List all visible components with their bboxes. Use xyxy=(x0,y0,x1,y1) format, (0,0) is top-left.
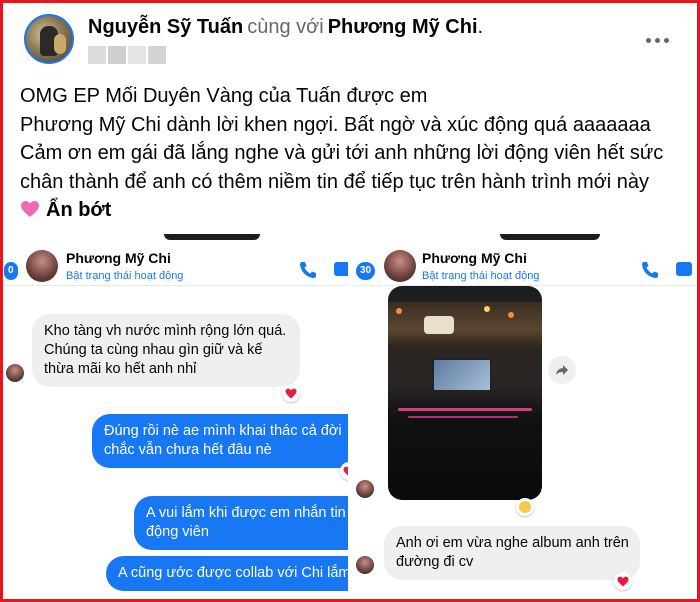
phone-icon[interactable] xyxy=(640,260,660,280)
message-line: thừa mãi ko hết anh nhỉ xyxy=(44,361,197,377)
post-author-line: Nguyễn Sỹ Tuấn cùng với Phương Mỹ Chi. xyxy=(88,16,483,39)
contact-status: Bật trạng thái hoạt động xyxy=(66,270,184,282)
message-line: Chúng ta cùng nhau gìn giữ và kế xyxy=(44,342,263,358)
post-body: OMG EP Mối Duyên Vàng của Tuấn được em P… xyxy=(20,82,690,225)
see-less-link[interactable]: Ẩn bớt xyxy=(46,199,111,221)
message-line: A cũng ước được collab với Chi lắm xyxy=(118,565,348,581)
tagged-user-link[interactable]: Phương Mỹ Chi xyxy=(328,16,478,38)
message-line: chắc vẫn chưa hết đâu nè xyxy=(104,442,272,458)
video-call-icon[interactable] xyxy=(676,262,692,276)
phone-icon[interactable] xyxy=(298,260,318,280)
heart-reaction-icon[interactable] xyxy=(614,572,632,590)
heart-reaction-icon[interactable] xyxy=(282,384,300,402)
post-text-line: chân thành để anh có thêm niềm tin để ti… xyxy=(20,170,650,193)
message-line: Đúng rồi nè ae mình khai thác cả đời xyxy=(104,423,342,439)
message-line: động viên xyxy=(146,524,209,540)
message-line: Anh ơi em vừa nghe album anh trên xyxy=(396,535,629,551)
message-line: đường đi cv xyxy=(396,554,474,570)
message-line: A vui lắm khi được em nhắn tin xyxy=(146,505,346,521)
author-name-link[interactable]: Nguyễn Sỹ Tuấn xyxy=(88,16,243,38)
post-text-line: OMG EP Mối Duyên Vàng của Tuấn được em xyxy=(20,85,428,107)
message-received: Anh ơi em vừa nghe album anh trên đường … xyxy=(384,526,640,580)
contact-name: Phương Mỹ Chi xyxy=(422,250,527,266)
post-text-line: Phương Mỹ Chi dành lời khen ngợi. Bất ng… xyxy=(20,113,651,136)
back-count-badge[interactable]: 0 xyxy=(4,262,18,280)
message-sent: A cũng ước được collab với Chi lắm xyxy=(106,556,348,591)
message-sent: Đúng rồi nè ae mình khai thác cả đời chắ… xyxy=(92,414,348,468)
chat-screenshot-left: 0 Phương Mỹ Chi Bật trạng thái hoạt động… xyxy=(4,234,348,596)
pink-heart-icon xyxy=(21,201,39,217)
message-line: Kho tàng vh nước mình rộng lớn quá. xyxy=(44,323,287,339)
contact-name: Phương Mỹ Chi xyxy=(66,250,171,266)
wow-reaction-icon[interactable] xyxy=(516,498,534,516)
message-received: Kho tàng vh nước mình rộng lớn quá. Chún… xyxy=(32,314,300,387)
with-label: cùng với xyxy=(247,16,324,38)
video-message-thumbnail[interactable] xyxy=(388,286,542,500)
post-text-line: Cảm ơn em gái đã lắng nghe và gửi tới an… xyxy=(20,142,664,164)
chat-header: 0 Phương Mỹ Chi Bật trạng thái hoạt động xyxy=(4,240,348,286)
sender-avatar xyxy=(6,364,24,382)
more-options-button[interactable] xyxy=(642,32,672,48)
sender-avatar xyxy=(356,480,374,498)
contact-avatar[interactable] xyxy=(26,250,58,282)
heart-reaction-icon[interactable] xyxy=(340,462,348,480)
author-avatar[interactable] xyxy=(24,14,74,64)
end-dot: . xyxy=(477,16,484,38)
message-sent: A vui lắm khi được em nhắn tin động viên xyxy=(134,496,348,550)
contact-status: Bật trạng thái hoạt động xyxy=(422,270,540,282)
chat-screenshot-right: 30 Phương Mỹ Chi Bật trạng thái hoạt độn… xyxy=(352,234,696,596)
share-icon[interactable] xyxy=(548,356,576,384)
chat-header: 30 Phương Mỹ Chi Bật trạng thái hoạt độn… xyxy=(352,240,696,286)
sender-avatar xyxy=(356,556,374,574)
contact-avatar[interactable] xyxy=(384,250,416,282)
video-call-icon[interactable] xyxy=(334,262,348,276)
blurred-timestamp xyxy=(88,46,168,66)
back-count-badge[interactable]: 30 xyxy=(356,262,376,280)
